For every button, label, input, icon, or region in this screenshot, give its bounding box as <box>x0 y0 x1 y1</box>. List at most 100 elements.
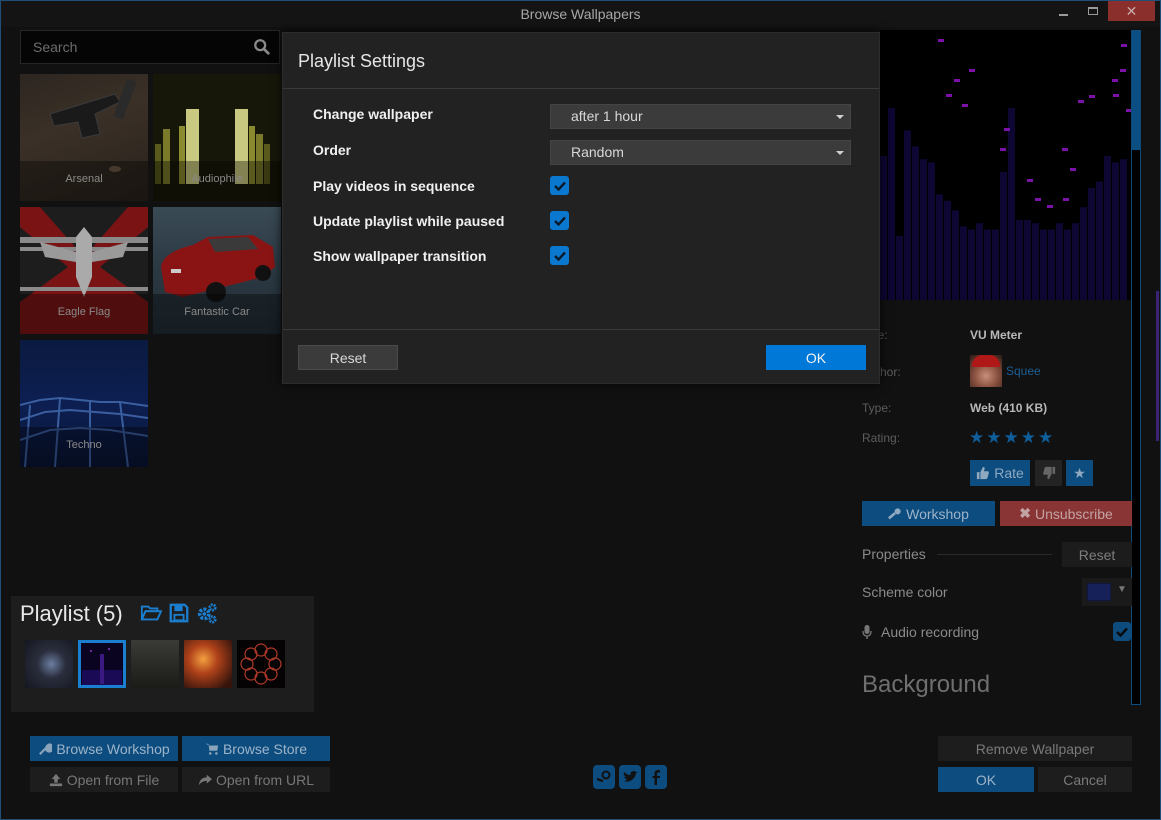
vu-bar <box>1008 108 1015 300</box>
change-wallpaper-select[interactable]: after 1 hour <box>550 104 851 129</box>
vu-peak <box>1089 95 1095 98</box>
unsubscribe-label: Unsubscribe <box>1034 505 1113 522</box>
checkmark-icon <box>553 216 566 226</box>
window-title: Browse Wallpapers <box>520 6 641 22</box>
open-from-file-label: Open from File <box>66 771 160 788</box>
vu-bar <box>952 210 959 300</box>
vu-peak <box>1000 148 1006 151</box>
cogs-icon[interactable] <box>196 602 218 624</box>
properties-heading: Properties <box>862 546 926 562</box>
vu-meter-thumbnail <box>82 648 122 685</box>
vu-peak <box>1113 94 1119 97</box>
folder-open-icon[interactable] <box>140 602 163 624</box>
ok-button[interactable]: OK <box>938 767 1034 792</box>
twitter-icon[interactable] <box>619 765 641 789</box>
remove-wallpaper-label: Remove Wallpaper <box>975 740 1095 757</box>
update-playlist-label: Update playlist while paused <box>313 213 505 229</box>
thumbs-down-icon <box>1042 466 1055 480</box>
playlist-item[interactable] <box>25 640 73 688</box>
wallpaper-tile[interactable]: Fantastic Car <box>153 207 281 334</box>
open-from-url-label: Open from URL <box>215 771 315 788</box>
audio-recording-checkbox[interactable] <box>1113 622 1131 641</box>
unsubscribe-button[interactable]: ✖ Unsubscribe <box>1000 501 1132 526</box>
dialog-divider <box>283 88 879 89</box>
vu-peak <box>962 104 968 107</box>
vu-bar <box>1040 229 1047 300</box>
workshop-label: Workshop <box>906 505 969 522</box>
vu-peak <box>969 69 975 72</box>
vu-bar <box>1112 162 1119 300</box>
cancel-button[interactable]: Cancel <box>1038 767 1132 792</box>
facebook-icon[interactable] <box>645 765 667 789</box>
search-input[interactable] <box>21 31 241 63</box>
playlist-settings-dialog: Playlist Settings Change wallpaper after… <box>282 32 880 384</box>
playlist-item-selected[interactable] <box>78 640 126 688</box>
star-icon[interactable]: ★ <box>1038 428 1053 448</box>
search-icon[interactable] <box>253 38 271 56</box>
star-icon[interactable]: ★ <box>986 428 1001 448</box>
maximize-button[interactable] <box>1081 1 1105 21</box>
properties-reset-button[interactable]: Reset <box>1062 542 1132 567</box>
vu-peak <box>1078 100 1084 103</box>
vu-bar <box>1080 207 1087 300</box>
browse-store-button[interactable]: Browse Store <box>182 736 330 761</box>
wallpaper-tile[interactable]: Arsenal <box>20 74 148 201</box>
vu-bar <box>1120 159 1127 300</box>
properties-divider <box>937 554 1052 555</box>
author-link[interactable]: Squee <box>1006 364 1041 378</box>
vu-meter-preview <box>880 39 1131 300</box>
vu-bar <box>992 229 999 300</box>
rate-down-button[interactable] <box>1035 460 1062 486</box>
dropdown-arrow-icon: ▼ <box>1117 584 1127 595</box>
dialog-reset-button[interactable]: Reset <box>298 345 398 370</box>
favorite-button[interactable]: ★ <box>1066 460 1093 486</box>
scrollbar-thumb[interactable] <box>1132 30 1140 150</box>
close-button[interactable]: ✕ <box>1108 1 1155 21</box>
wallpaper-tile[interactable]: Eagle Flag <box>20 207 148 334</box>
rings-thumbnail <box>240 643 282 685</box>
browse-workshop-label: Browse Workshop <box>56 740 170 757</box>
checkmark-icon <box>1116 627 1128 637</box>
playlist-item[interactable] <box>237 640 285 688</box>
type-value: Web (410 KB) <box>970 401 1048 415</box>
playlist-item[interactable] <box>131 640 179 688</box>
steam-icon <box>888 507 901 519</box>
order-select[interactable]: Random <box>550 140 851 165</box>
workshop-button[interactable]: Workshop <box>862 501 995 526</box>
update-playlist-checkbox[interactable] <box>550 211 569 230</box>
vu-bar <box>960 226 967 300</box>
minimize-button[interactable] <box>1051 1 1075 21</box>
remove-wallpaper-button[interactable]: Remove Wallpaper <box>938 736 1132 761</box>
scheme-color-picker[interactable]: ▼ <box>1082 578 1132 606</box>
star-icon[interactable]: ★ <box>969 428 984 448</box>
vu-peak <box>1035 198 1041 201</box>
open-from-file-button[interactable]: Open from File <box>30 767 178 792</box>
show-transition-checkbox[interactable] <box>550 246 569 265</box>
rate-up-button[interactable]: Rate <box>970 460 1030 486</box>
browse-workshop-button[interactable]: Browse Workshop <box>30 736 178 761</box>
background-heading: Background <box>862 671 991 698</box>
save-icon[interactable] <box>168 602 190 624</box>
x-icon: ✖ <box>1019 505 1031 521</box>
vu-bar <box>1104 156 1111 300</box>
vu-bar <box>928 162 935 300</box>
dialog-ok-button[interactable]: OK <box>766 345 866 370</box>
star-icon[interactable]: ★ <box>1021 428 1036 448</box>
vu-bar <box>1064 229 1071 300</box>
wallpaper-tile[interactable]: Audiophile <box>153 74 281 201</box>
cancel-label: Cancel <box>1063 771 1107 788</box>
wallpaper-tile[interactable]: Techno <box>20 340 148 467</box>
open-from-url-button[interactable]: Open from URL <box>182 767 330 792</box>
play-videos-checkbox[interactable] <box>550 176 569 195</box>
playlist-item[interactable] <box>184 640 232 688</box>
star-icon[interactable]: ★ <box>1004 428 1019 448</box>
author-avatar[interactable] <box>970 355 1002 387</box>
change-wallpaper-value: after 1 hour <box>571 108 643 124</box>
vu-peak <box>1120 69 1126 72</box>
title-bar[interactable]: Browse Wallpapers ✕ <box>1 1 1160 27</box>
audio-recording-label: Audio recording <box>881 624 980 640</box>
checkmark-icon <box>553 181 566 191</box>
vu-bar <box>912 146 919 300</box>
steam-icon[interactable] <box>593 765 615 789</box>
vu-bar <box>1088 188 1095 300</box>
